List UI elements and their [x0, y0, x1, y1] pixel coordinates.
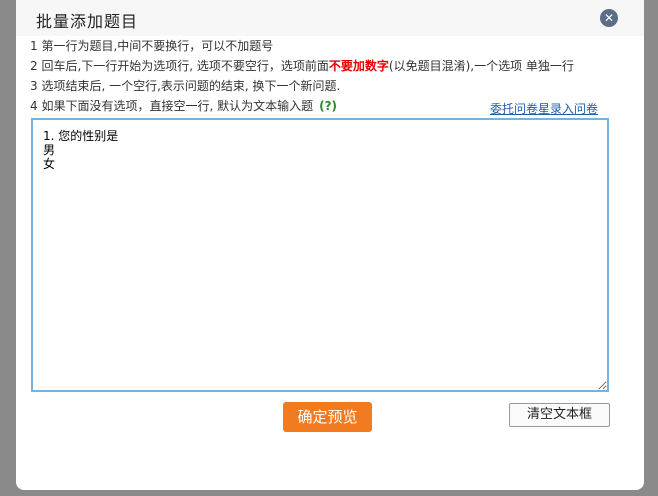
- batch-add-dialog: 批量添加题目 ✕ 1 第一行为题目,中间不要换行，可以不加题号 2 回车后,下一…: [16, 0, 644, 490]
- instruction-line-2-emphasis: 不要加数字: [328, 59, 389, 73]
- dialog-titlebar: 批量添加题目 ✕: [16, 0, 644, 36]
- delegate-entry-link[interactable]: 委托问卷星录入问卷: [490, 100, 598, 117]
- instruction-line-4-text: 4 如果下面没有选项，直接空一行, 默认为文本输入题: [30, 99, 314, 113]
- question-editor-frame: [31, 118, 609, 392]
- help-icon[interactable]: (?): [319, 99, 337, 113]
- instruction-line-2-pre: 2 回车后,下一行开始为选项行, 选项不要空行，选项前面: [30, 59, 329, 73]
- question-editor-textarea[interactable]: [33, 120, 607, 390]
- instruction-line-2-post: (以免题目混淆),一个选项 单独一行: [388, 59, 574, 73]
- instruction-line-4: 4 如果下面没有选项，直接空一行, 默认为文本输入题 (?): [30, 98, 337, 114]
- dialog-title: 批量添加题目: [36, 12, 139, 31]
- instruction-line-1: 1 第一行为题目,中间不要换行，可以不加题号: [30, 39, 274, 53]
- instruction-line-3: 3 选项结束后, 一个空行,表示问题的结束, 换下一个新问题.: [30, 79, 341, 93]
- close-icon[interactable]: ✕: [600, 9, 618, 27]
- instruction-line-2: 2 回车后,下一行开始为选项行, 选项不要空行，选项前面不要加数字(以免题目混淆…: [30, 58, 574, 74]
- confirm-preview-button[interactable]: 确定预览: [283, 402, 372, 432]
- clear-textarea-button[interactable]: 清空文本框: [509, 403, 610, 427]
